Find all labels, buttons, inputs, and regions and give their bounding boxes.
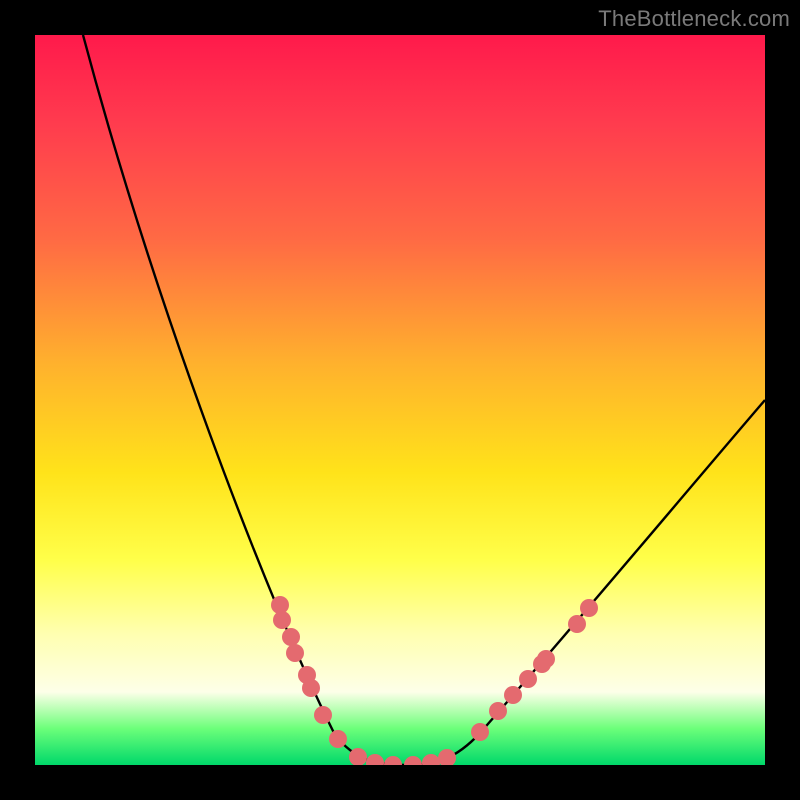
data-marker [302, 679, 320, 697]
data-marker [286, 644, 304, 662]
data-marker [282, 628, 300, 646]
chart-frame: TheBottleneck.com [0, 0, 800, 800]
plot-area [35, 35, 765, 765]
data-marker [438, 749, 456, 765]
data-marker [384, 756, 402, 765]
data-marker [504, 686, 522, 704]
bottleneck-svg [35, 35, 765, 765]
marker-layer [271, 596, 598, 765]
data-marker [404, 756, 422, 765]
data-marker [489, 702, 507, 720]
data-marker [568, 615, 586, 633]
data-marker [519, 670, 537, 688]
data-marker [314, 706, 332, 724]
data-marker [471, 723, 489, 741]
data-marker [537, 650, 555, 668]
data-marker [273, 611, 291, 629]
bottleneck-curve [83, 35, 765, 765]
data-marker [329, 730, 347, 748]
data-marker [366, 754, 384, 765]
watermark-label: TheBottleneck.com [598, 6, 790, 32]
data-marker [422, 754, 440, 765]
data-marker [580, 599, 598, 617]
